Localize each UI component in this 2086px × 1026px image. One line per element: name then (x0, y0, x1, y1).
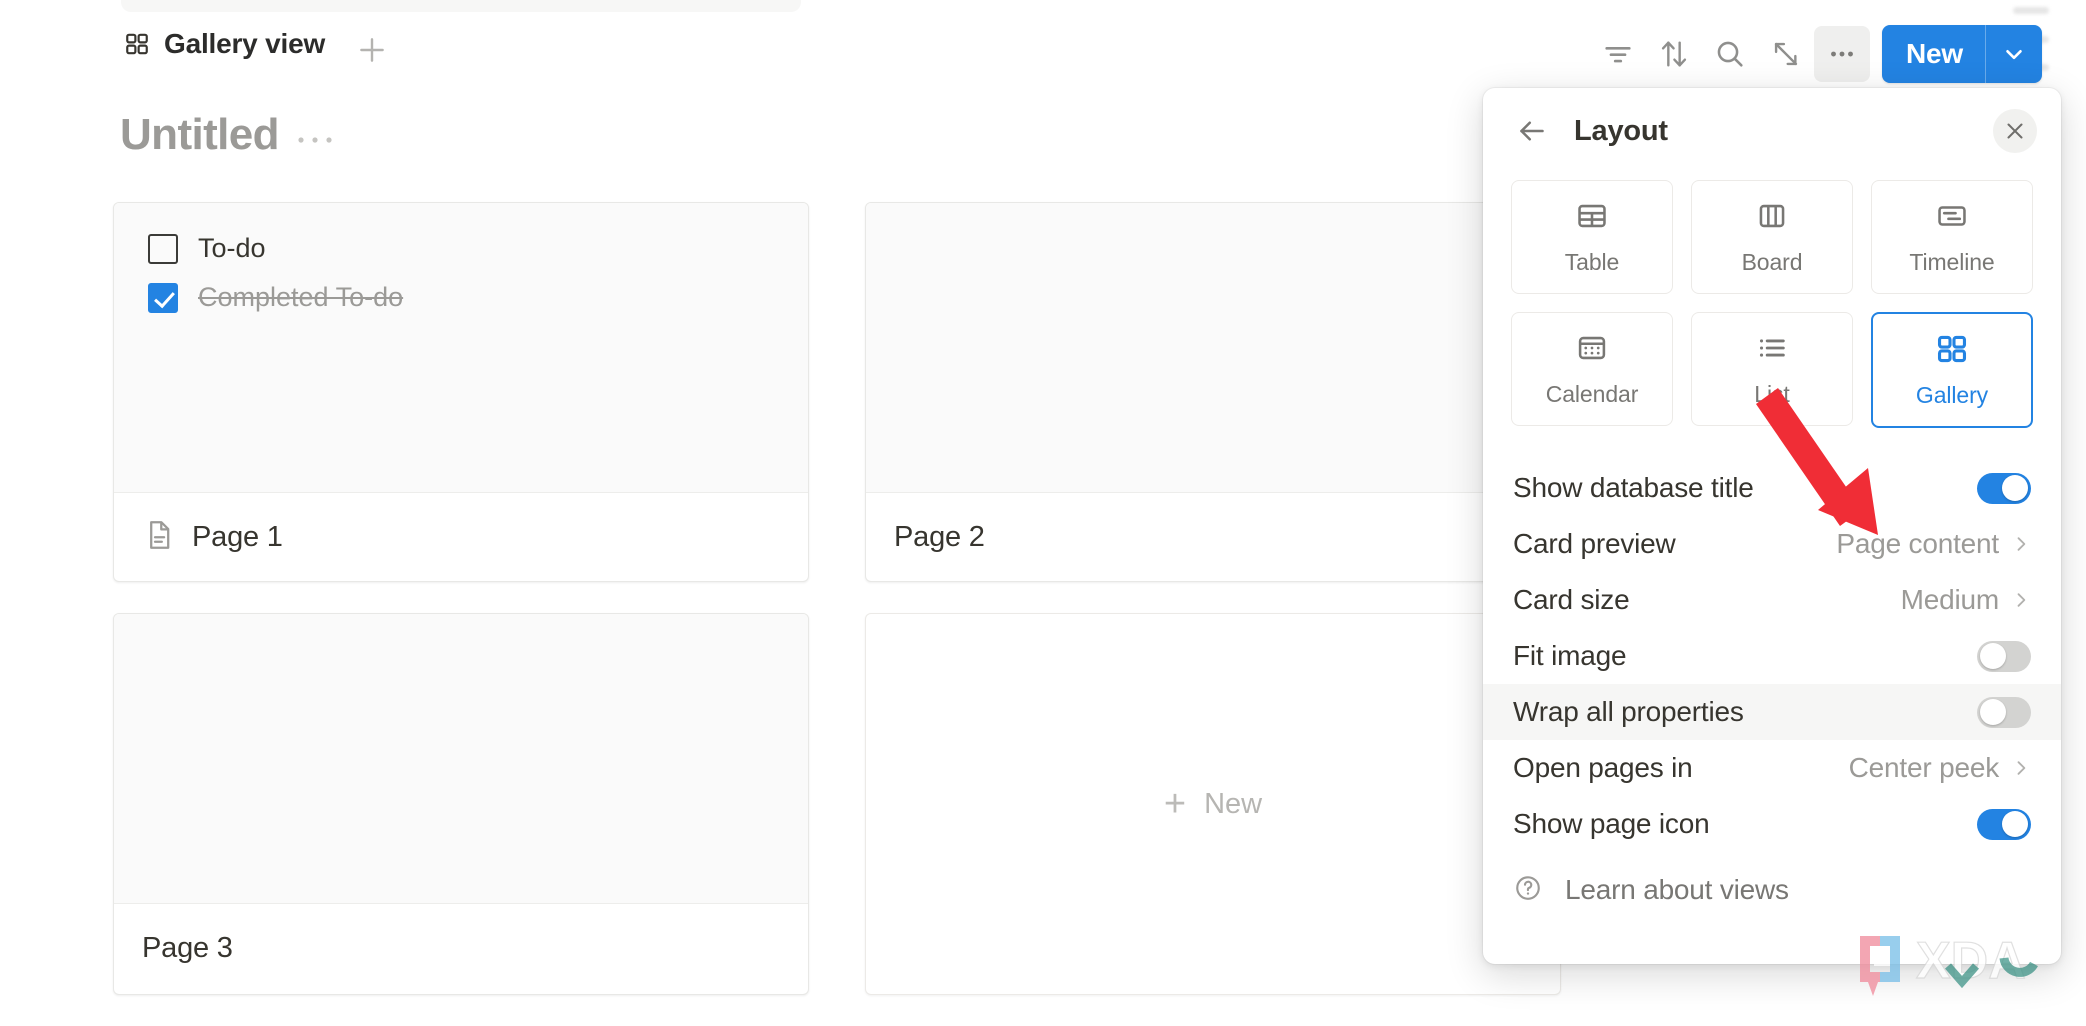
option-label: Open pages in (1513, 752, 1693, 783)
view-tab-gallery[interactable]: Gallery view (124, 28, 325, 60)
chevron-right-icon (2011, 590, 2031, 610)
gallery-grid: To-do Completed To-do Page 1 Page 2 Page… (113, 202, 1561, 1026)
option-fit-image[interactable]: Fit image (1483, 628, 2061, 684)
learn-about-views-link[interactable]: Learn about views (1483, 862, 2061, 918)
view-tab-label: Gallery view (164, 28, 326, 59)
more-options-icon[interactable] (1814, 26, 1871, 82)
layout-type-label: Table (1564, 248, 1620, 275)
card-preview (866, 203, 1560, 493)
close-icon[interactable] (1993, 109, 2037, 153)
option-value: Medium (1900, 584, 2000, 615)
toggle-show-page-icon[interactable] (1977, 808, 2031, 840)
option-label: Wrap all properties (1513, 696, 1744, 727)
learn-about-views-label: Learn about views (1565, 874, 1789, 905)
toolbar-actions: New (1590, 16, 2086, 92)
gallery-grid-icon (124, 31, 150, 57)
layout-type-label: Timeline (1909, 248, 1995, 275)
gallery-card[interactable]: To-do Completed To-do Page 1 (113, 202, 809, 582)
option-card-size[interactable]: Card size Medium (1483, 572, 2061, 628)
option-label: Card preview (1513, 528, 1676, 559)
page-title-ellipsis-icon[interactable] (295, 125, 335, 146)
layout-type-board[interactable]: Board (1691, 180, 1853, 294)
option-show-page-icon[interactable]: Show page icon (1483, 796, 2061, 852)
gallery-card[interactable]: Page 2 (865, 202, 1561, 582)
document-icon (142, 518, 176, 557)
plus-icon: + (1163, 782, 1187, 825)
board-icon (1755, 199, 1789, 238)
option-label: Fit image (1513, 640, 1627, 671)
search-icon[interactable] (1702, 26, 1758, 82)
checkbox-checked-icon[interactable] (148, 282, 178, 313)
card-todo-item[interactable]: To-do (148, 233, 774, 264)
chevron-right-icon (2011, 534, 2031, 554)
layout-type-label: Calendar (1545, 380, 1639, 407)
new-card-button[interactable]: + New (865, 613, 1561, 995)
todo-label: To-do (198, 233, 266, 263)
card-footer: Page 2 (866, 493, 1560, 581)
table-icon (1575, 199, 1609, 238)
option-label: Show page icon (1513, 808, 1710, 839)
todo-label: Completed To-do (198, 282, 404, 312)
card-footer: Page 1 (114, 493, 808, 581)
sort-icon[interactable] (1646, 26, 1702, 82)
checkbox-unchecked-icon[interactable] (148, 233, 178, 264)
layout-type-timeline[interactable]: Timeline (1871, 180, 2033, 294)
list-icon (1755, 331, 1789, 370)
layout-options-list: Show database title Card preview Page co… (1483, 460, 2061, 852)
card-footer: Page 3 (114, 904, 808, 992)
card-preview (114, 614, 808, 904)
xda-watermark: XDA (1860, 931, 2038, 996)
option-label: Show database title (1513, 472, 1754, 503)
new-button-group: New (1882, 25, 2042, 83)
layout-type-grid: Table Board Timeline Calendar List Galle… (1483, 174, 2061, 428)
layout-type-label: List (1754, 380, 1790, 407)
toggle-show-database-title[interactable] (1977, 472, 2031, 504)
layout-type-label: Gallery (1915, 381, 1989, 408)
layout-type-label: Board (1741, 248, 1803, 275)
timeline-icon (1935, 199, 1969, 238)
new-button-chevron-down-icon[interactable] (1986, 25, 2042, 83)
layout-type-list[interactable]: List (1691, 312, 1853, 426)
layout-panel-title: Layout (1574, 114, 1668, 147)
app-root: Gallery view New Untitled To-do Complete… (0, 0, 2086, 1024)
card-title: Page 3 (142, 931, 233, 964)
expand-icon[interactable] (1758, 26, 1814, 82)
page-title-row: Untitled (120, 110, 335, 160)
filter-icon[interactable] (1590, 26, 1646, 82)
toggle-wrap-all-properties[interactable] (1977, 696, 2031, 728)
layout-type-table[interactable]: Table (1511, 180, 1673, 294)
gallery-card[interactable]: Page 3 (113, 613, 809, 995)
layout-panel: Layout Table Board Timeline Calendar Lis… (1483, 88, 2061, 964)
card-todo-item[interactable]: Completed To-do (148, 282, 774, 313)
new-button[interactable]: New (1882, 25, 1985, 83)
gallery-row: Page 3 + New (113, 613, 1561, 995)
option-wrap-all-properties[interactable]: Wrap all properties (1483, 684, 2061, 740)
option-label: Card size (1513, 584, 1630, 615)
chevron-right-icon (2011, 758, 2031, 778)
gallery-grid-icon (1935, 332, 1969, 371)
card-title: Page 1 (192, 520, 283, 553)
card-title: Page 2 (894, 520, 985, 553)
option-card-preview[interactable]: Card preview Page content (1483, 516, 2061, 572)
page-title[interactable]: Untitled (120, 110, 280, 160)
question-circle-icon (1513, 873, 1543, 908)
layout-panel-header: Layout (1483, 88, 2061, 174)
option-open-pages-in[interactable]: Open pages in Center peek (1483, 740, 2061, 796)
option-value: Center peek (1848, 752, 2000, 783)
calendar-icon (1575, 331, 1609, 370)
arrow-left-icon[interactable] (1511, 110, 1553, 152)
option-show-database-title[interactable]: Show database title (1483, 460, 2061, 516)
toggle-fit-image[interactable] (1977, 640, 2031, 672)
gallery-row: To-do Completed To-do Page 1 Page 2 (113, 202, 1561, 582)
add-view-button[interactable] (355, 33, 389, 67)
layout-type-gallery[interactable]: Gallery (1871, 312, 2033, 428)
new-card-label: New (1204, 787, 1263, 820)
card-preview: To-do Completed To-do (114, 203, 808, 493)
option-value: Page content (1836, 528, 1999, 559)
layout-type-calendar[interactable]: Calendar (1511, 312, 1673, 426)
